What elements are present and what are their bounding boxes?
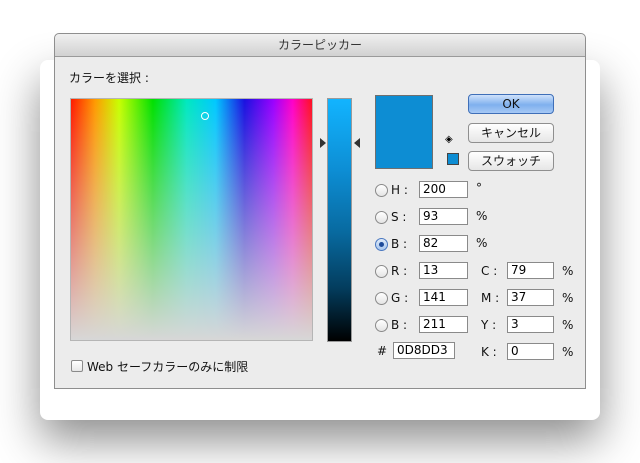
swatches-button[interactable]: スウォッチ xyxy=(468,151,554,171)
hue-radio[interactable] xyxy=(375,184,388,197)
hue-field[interactable]: 200 xyxy=(419,181,468,198)
cyan-label: C : xyxy=(481,264,498,278)
black-label: K : xyxy=(481,345,497,359)
magenta-field[interactable]: 37 xyxy=(507,289,554,306)
slider-left-arrow-icon[interactable] xyxy=(320,138,326,148)
green-label: G : xyxy=(391,291,409,305)
cancel-button[interactable]: キャンセル xyxy=(468,123,554,143)
web-swatch-icon[interactable] xyxy=(447,153,459,165)
saturation-label: S : xyxy=(391,210,407,224)
black-unit: % xyxy=(562,345,574,359)
brightness-label: B : xyxy=(391,237,408,251)
brightness-unit: % xyxy=(476,236,488,250)
brightness-radio[interactable] xyxy=(375,238,388,251)
green-radio[interactable] xyxy=(375,292,388,305)
saturation-radio[interactable] xyxy=(375,211,388,224)
blue-label: B : xyxy=(391,318,408,332)
cyan-unit: % xyxy=(562,264,574,278)
saturation-field[interactable]: 93 xyxy=(419,208,468,225)
brightness-slider[interactable] xyxy=(327,98,352,342)
slider-right-arrow-icon[interactable] xyxy=(354,138,360,148)
hex-label: # xyxy=(377,344,388,358)
yellow-label: Y : xyxy=(481,318,497,332)
color-picker-dialog: カラーピッカー カラーを選択 : ◈ OK キャンセル スウォッチ H : 20… xyxy=(54,33,586,389)
window-title: カラーピッカー xyxy=(55,34,585,57)
hue-label: H : xyxy=(391,183,408,197)
web-safe-checkbox[interactable] xyxy=(71,360,83,372)
green-field[interactable]: 141 xyxy=(419,289,468,306)
magenta-label: M : xyxy=(481,291,500,305)
saturation-unit: % xyxy=(476,209,488,223)
ok-button[interactable]: OK xyxy=(468,94,554,114)
select-color-label: カラーを選択 : xyxy=(69,71,149,85)
magenta-unit: % xyxy=(562,291,574,305)
blue-radio[interactable] xyxy=(375,319,388,332)
cyan-field[interactable]: 79 xyxy=(507,262,554,279)
red-radio[interactable] xyxy=(375,265,388,278)
hex-field[interactable]: 0D8DD3 xyxy=(393,342,455,359)
web-safe-label: Web セーフカラーのみに制限 xyxy=(87,360,249,374)
blue-field[interactable]: 211 xyxy=(419,316,468,333)
current-color-swatch xyxy=(375,95,433,169)
cube-icon[interactable]: ◈ xyxy=(445,135,453,145)
black-field[interactable]: 0 xyxy=(507,343,554,360)
color-field-marker[interactable] xyxy=(201,112,209,120)
red-label: R : xyxy=(391,264,408,278)
yellow-field[interactable]: 3 xyxy=(507,316,554,333)
red-field[interactable]: 13 xyxy=(419,262,468,279)
brightness-field[interactable]: 82 xyxy=(419,235,468,252)
yellow-unit: % xyxy=(562,318,574,332)
color-field[interactable] xyxy=(70,98,313,341)
hue-unit: ° xyxy=(476,181,482,195)
